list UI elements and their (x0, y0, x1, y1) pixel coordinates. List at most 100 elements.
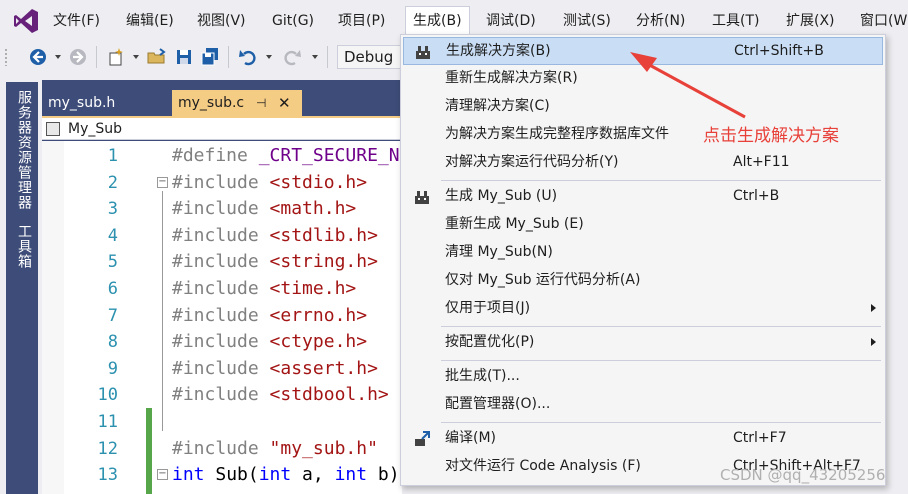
menu-item-label: 清理解决方案(C) (445, 98, 550, 114)
menu-item-label: 清理 My_Sub(N) (445, 244, 553, 260)
build-menu-item[interactable]: 仅用于项目(J) (403, 295, 883, 323)
navigation-bar[interactable]: My_Sub (42, 118, 402, 140)
build-menu-item[interactable]: 配置管理器(O)... (403, 391, 883, 419)
code-line[interactable]: 5 #include <string.h> (42, 249, 402, 276)
code-token: <math.h> (269, 198, 357, 220)
code-token: a, (291, 464, 335, 486)
code-line[interactable]: 8 #include <ctype.h> (42, 329, 402, 356)
menu-item[interactable]: Git(G) (272, 11, 314, 31)
undo-dropdown-icon[interactable] (266, 55, 272, 59)
pin-icon[interactable]: ⊣ (256, 90, 266, 116)
redo-icon[interactable] (282, 47, 302, 67)
forward-icon[interactable] (68, 47, 88, 67)
menu-item-label: 对解决方案运行代码分析(Y) (445, 154, 619, 170)
menu-item[interactable]: 测试(S) (563, 11, 611, 31)
left-tool-strip-bar: 服务器资源管理器 工具箱 (6, 82, 38, 494)
new-dropdown-icon[interactable] (133, 55, 139, 59)
build-icon (413, 188, 431, 206)
watermark: CSDN @qq_43205256 (720, 466, 886, 484)
build-menu-item[interactable]: 按配置优化(P) (403, 329, 883, 357)
left-tool-strip: 服务器资源管理器 工具箱 (0, 80, 42, 494)
build-menu-item[interactable]: 清理解决方案(C) (403, 93, 883, 121)
code-line[interactable]: 11 (42, 409, 402, 436)
tab-label: my_sub.c (178, 95, 245, 111)
line-number: 10 (97, 385, 118, 406)
menu-item[interactable]: 编辑(E) (126, 11, 174, 31)
code-text: #include <stdbool.h> (172, 382, 389, 408)
toolbar-separator (228, 46, 229, 68)
close-icon[interactable]: ✕ (278, 90, 291, 116)
code-line[interactable]: 7 #include <errno.h> (42, 303, 402, 330)
code-token: b) (367, 464, 400, 486)
code-line[interactable]: 10 #include <stdbool.h> (42, 382, 402, 409)
save-icon[interactable] (174, 47, 194, 67)
redo-dropdown-icon[interactable] (312, 55, 318, 59)
tab-my-sub-c[interactable]: my_sub.c ⊣ ✕ (172, 90, 302, 116)
line-number: 12 (97, 438, 118, 459)
configuration-select[interactable]: Debug (337, 45, 401, 69)
submenu-arrow-icon (871, 304, 876, 312)
code-line[interactable]: 9 #include <assert.h> (42, 356, 402, 383)
code-line[interactable]: 3 #include <math.h> (42, 196, 402, 223)
save-all-icon[interactable] (200, 47, 220, 67)
build-menu-item[interactable]: 重新生成 My_Sub (E) (403, 211, 883, 239)
code-token: #include (172, 384, 270, 406)
code-line[interactable]: 1 #define _CRT_SECURE_NO (42, 143, 402, 170)
code-editor[interactable]: 1 #define _CRT_SECURE_NO 2 − #include <stdio… (42, 141, 402, 494)
code-text: #include <math.h> (172, 196, 356, 222)
new-project-icon[interactable] (106, 47, 126, 67)
project-scope-icon (46, 122, 60, 136)
menu-item[interactable]: 扩展(X) (786, 11, 835, 31)
code-token: <errno.h> (269, 304, 368, 326)
project-scope-label: My_Sub (68, 121, 123, 137)
collapse-icon[interactable]: − (157, 176, 168, 188)
code-token: #include (172, 331, 270, 353)
line-number: 5 (107, 252, 118, 273)
menu-item[interactable]: 工具(T) (712, 11, 759, 31)
line-number: 2 (107, 172, 118, 193)
undo-icon[interactable] (238, 47, 258, 67)
code-token: <stdio.h> (269, 171, 368, 193)
line-number: 11 (97, 412, 118, 432)
build-menu-item[interactable]: 清理 My_Sub(N) (403, 239, 883, 267)
code-text: #include <errno.h> (172, 303, 367, 329)
submenu-arrow-icon (871, 338, 876, 346)
menu-item[interactable]: 生成(B) (405, 6, 470, 36)
open-folder-icon[interactable] (146, 47, 166, 67)
code-token: <stdbool.h> (269, 384, 389, 406)
line-number: 3 (107, 199, 118, 220)
menu-item[interactable]: 分析(N) (636, 11, 685, 31)
build-menu-item[interactable]: 生成 My_Sub (U) Ctrl+B (403, 183, 883, 211)
build-menu-item[interactable]: 仅对 My_Sub 运行代码分析(A) (403, 267, 883, 295)
code-token: Sub( (204, 464, 259, 486)
toolbox-tab[interactable]: 工具箱 (14, 224, 34, 269)
menu-item[interactable]: 项目(P) (338, 11, 385, 31)
menu-item[interactable]: 视图(V) (197, 11, 246, 31)
tab-my-sub-h[interactable]: my_sub.h (42, 90, 172, 116)
menu-item-label: 编译(M) (445, 430, 497, 446)
tab-label: my_sub.h (48, 95, 116, 111)
code-line[interactable]: 6 #include <time.h> (42, 276, 402, 303)
code-line[interactable]: 4 #include <stdlib.h> (42, 223, 402, 250)
back-icon[interactable] (28, 47, 48, 67)
code-token: int (334, 464, 368, 486)
build-menu-item[interactable]: 批生成(T)... (403, 363, 883, 391)
build-menu-item[interactable]: 生成解决方案(B) Ctrl+Shift+B (403, 37, 883, 65)
build-menu-item[interactable]: 编译(M) Ctrl+F7 (403, 425, 883, 453)
server-explorer-tab[interactable]: 服务器资源管理器 (14, 90, 34, 210)
code-line[interactable]: 2 − #include <stdio.h> (42, 170, 402, 197)
menu-separator (441, 326, 881, 327)
code-token: <ctype.h> (269, 331, 368, 353)
menu-item[interactable]: 调试(D) (486, 11, 536, 31)
build-menu-dropdown: 生成解决方案(B) Ctrl+Shift+B 重新生成解决方案(R) 清理解决方案(C… (400, 34, 886, 486)
build-menu-item[interactable]: 重新生成解决方案(R) (403, 65, 883, 93)
back-dropdown-icon[interactable] (55, 55, 61, 59)
collapse-icon[interactable]: − (157, 469, 168, 481)
toolbar-grip[interactable] (4, 48, 8, 66)
menu-item[interactable]: 文件(F) (53, 11, 100, 31)
line-number: 6 (107, 279, 118, 299)
build-menu-item[interactable]: 对解决方案运行代码分析(Y) Alt+F11 (403, 149, 883, 177)
menu-item[interactable]: 窗口(W) (860, 11, 908, 31)
code-line[interactable]: 12 #include "my_sub.h" (42, 436, 402, 463)
code-line[interactable]: 13− int Sub(int a, int b) (42, 462, 402, 489)
